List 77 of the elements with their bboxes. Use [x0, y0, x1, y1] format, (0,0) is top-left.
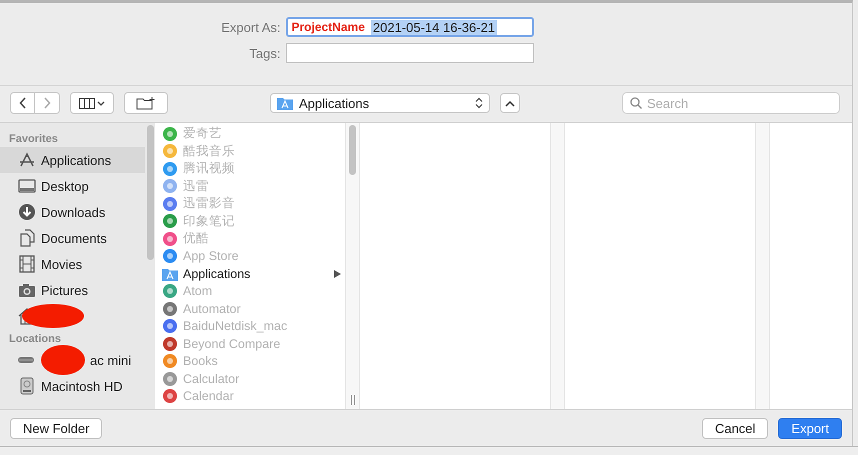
file-item: App Store	[155, 248, 345, 265]
chevron-left-icon	[18, 97, 26, 109]
file-item: 酷我音乐	[155, 142, 345, 160]
folder-icon	[277, 96, 293, 110]
app-icon	[162, 370, 178, 387]
app-icon	[162, 300, 178, 317]
file-item: 腾讯视频	[155, 160, 345, 178]
sidebar-item[interactable]: Desktop	[0, 173, 145, 199]
sidebar-item[interactable]: Macintosh HD	[0, 373, 145, 399]
expand-button[interactable]	[500, 93, 520, 113]
new-folder-button[interactable]	[124, 92, 168, 114]
desktop-icon	[18, 177, 36, 195]
app-icon	[162, 160, 178, 177]
file-item[interactable]: Applications	[155, 265, 345, 282]
app-icon	[162, 126, 178, 142]
app-icon	[162, 336, 178, 352]
film-icon	[18, 255, 36, 273]
annotation-label: ProjectName	[290, 20, 366, 34]
up-down-chevron-icon	[475, 97, 483, 109]
app-icon	[162, 178, 178, 194]
document-icon	[18, 229, 36, 247]
folder-plus-icon	[136, 96, 156, 110]
file-item: 优酷	[155, 230, 345, 248]
file-item: Automator	[155, 300, 345, 318]
file-item: Calendar	[155, 388, 345, 405]
app-icon	[162, 143, 178, 160]
filename-field[interactable]: ProjectName 2021-05-14 16-36-21	[286, 17, 534, 37]
file-item: Atom	[155, 282, 345, 300]
app-icon	[162, 318, 178, 334]
search-icon	[630, 97, 642, 109]
mac-mini-icon	[18, 357, 34, 363]
file-item: Beyond Compare	[155, 335, 345, 352]
view-mode-button[interactable]	[70, 92, 114, 114]
file-item: Books	[155, 352, 345, 370]
app-icon	[162, 196, 178, 212]
file-item: BaiduNetdisk_mac	[155, 318, 345, 335]
app-icon	[162, 283, 178, 300]
file-item: 迅雷影音	[155, 195, 345, 212]
sidebar-item[interactable]: ac mini	[0, 347, 145, 373]
field-label: Tags:	[248, 46, 280, 60]
search-field[interactable]: Search	[622, 92, 840, 114]
sidebar-item[interactable]: Applications	[0, 147, 145, 173]
drive-icon	[18, 377, 36, 395]
dialog-button[interactable]: Export	[778, 418, 842, 438]
app-icon	[162, 248, 178, 264]
app-icon	[162, 213, 178, 230]
dialog-button[interactable]: New Folder	[10, 418, 102, 438]
field-value: 2021-05-14 16-36-21	[370, 20, 498, 34]
file-item: 印象笔记	[155, 212, 345, 230]
sidebar-item[interactable]: Movies	[0, 251, 145, 277]
location-popup[interactable]: Applications	[270, 93, 490, 113]
app-icon	[162, 353, 178, 370]
scrollbar-thumb[interactable]	[146, 125, 154, 260]
section-header: Locations	[8, 332, 62, 347]
apps-icon	[18, 151, 36, 169]
column-resize-handle[interactable]	[350, 395, 354, 405]
file-item: 迅雷	[155, 178, 345, 195]
app-icon	[162, 388, 178, 404]
app-icon	[162, 230, 178, 247]
file-item: Calculator	[155, 370, 345, 388]
file-item: 爱奇艺	[155, 125, 345, 142]
download-icon	[18, 203, 36, 221]
back-button[interactable]	[10, 92, 35, 114]
field-label: Export As:	[220, 20, 280, 34]
triangle-right-icon	[334, 270, 341, 278]
sidebar-item[interactable]: Downloads	[0, 199, 145, 225]
scrollbar-thumb[interactable]	[349, 125, 356, 175]
chevron-right-icon	[43, 97, 51, 109]
dialog-button[interactable]: Cancel	[702, 418, 768, 438]
chevron-up-icon	[505, 100, 515, 106]
tags-field[interactable]	[286, 43, 534, 63]
folder-icon	[162, 266, 178, 281]
camera-icon	[18, 281, 36, 299]
section-header: Favorites	[8, 132, 59, 147]
columns-icon	[79, 97, 105, 109]
sidebar-item[interactable]: Documents	[0, 225, 145, 251]
sidebar-item[interactable]: Pictures	[0, 277, 145, 303]
